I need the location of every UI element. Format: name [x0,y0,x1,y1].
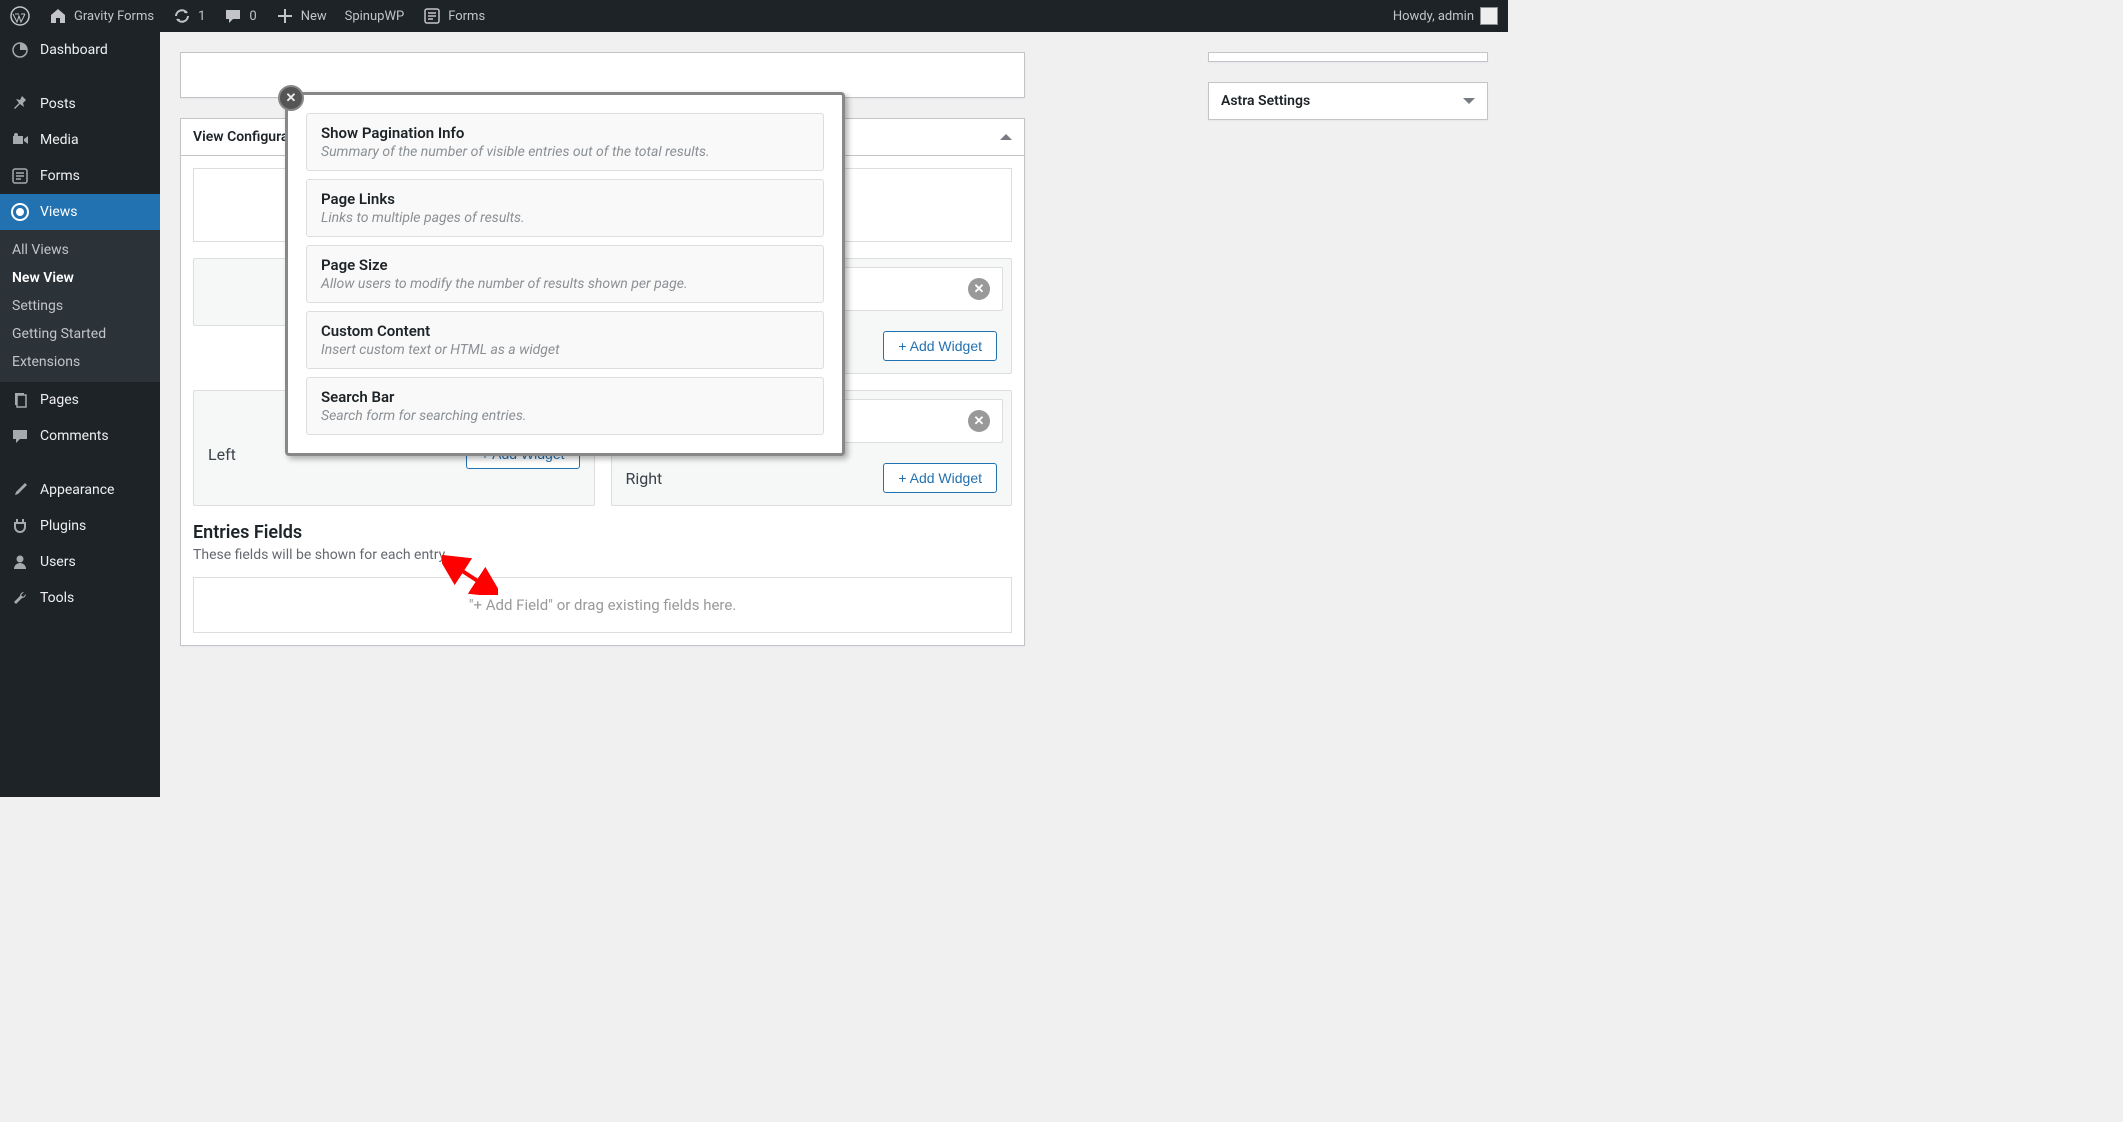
user-icon [10,552,30,572]
option-title: Show Pagination Info [321,124,809,142]
astra-settings-title: Astra Settings [1221,93,1310,109]
wordpress-icon [10,6,30,26]
howdy-label: Howdy, admin [1393,9,1474,24]
sidebar-label: Media [40,132,79,148]
site-title-label: Gravity Forms [74,9,154,24]
plus-icon [275,6,295,26]
sidebar-label: Tools [40,590,74,606]
sidebar-label: Users [40,554,76,570]
updates[interactable]: 1 [172,6,205,26]
sidebar-item-forms[interactable]: Forms [0,158,160,194]
annotation-arrow [442,555,498,599]
option-desc: Summary of the number of visible entries… [321,144,809,160]
views-icon [10,202,30,222]
modal-option-pagination-info[interactable]: Show Pagination Info Summary of the numb… [306,113,824,171]
option-desc: Insert custom text or HTML as a widget [321,342,809,358]
forms-icon [10,166,30,186]
sidebar-label: Comments [40,428,109,444]
option-desc: Links to multiple pages of results. [321,210,809,226]
forms-link[interactable]: Forms [422,6,485,26]
forms-label: Forms [448,9,485,24]
entries-placeholder: "+ Add Field" or drag existing fields he… [469,596,737,614]
views-submenu: All Views New View Settings Getting Star… [0,230,160,382]
plug-icon [10,516,30,536]
admin-sidebar: Dashboard Posts Media Forms Views All Vi… [0,32,160,797]
comments-indicator[interactable]: 0 [223,6,256,26]
wp-logo[interactable] [10,6,30,26]
sidebar-label: Views [40,204,78,220]
modal-option-custom-content[interactable]: Custom Content Insert custom text or HTM… [306,311,824,369]
option-title: Page Size [321,256,809,274]
brush-icon [10,480,30,500]
submenu-settings[interactable]: Settings [0,292,160,320]
comments-icon [10,426,30,446]
add-widget-modal: ✕ Show Pagination Info Summary of the nu… [285,92,845,456]
option-title: Search Bar [321,388,809,406]
entries-fields-dropzone[interactable]: "+ Add Field" or drag existing fields he… [193,577,1012,633]
howdy-user[interactable]: Howdy, admin [1393,7,1498,25]
update-icon [172,6,192,26]
updates-count: 1 [198,9,205,24]
sidebar-item-comments[interactable]: Comments [0,418,160,454]
modal-option-search-bar[interactable]: Search Bar Search form for searching ent… [306,377,824,435]
remove-widget-icon[interactable]: ✕ [968,410,990,432]
modal-close-button[interactable]: ✕ [278,85,304,111]
forms-icon [422,6,442,26]
zone-right-title: Right [626,469,663,488]
sidebar-item-users[interactable]: Users [0,544,160,580]
sidebar-item-media[interactable]: Media [0,122,160,158]
sidebar-label: Plugins [40,518,86,534]
option-desc: Allow users to modify the number of resu… [321,276,809,292]
entries-fields-desc: These fields will be shown for each entr… [193,547,1012,563]
spinupwp-link[interactable]: SpinupWP [345,9,405,24]
zone-left-title: Left [208,445,236,464]
sidebar-item-posts[interactable]: Posts [0,86,160,122]
sidebar-item-tools[interactable]: Tools [0,580,160,616]
toggle-expand-icon[interactable] [1463,98,1475,104]
sidebar-label: Forms [40,168,80,184]
site-name[interactable]: Gravity Forms [48,6,154,26]
comment-icon [223,6,243,26]
sidebar-label: Pages [40,392,79,408]
submenu-getting-started[interactable]: Getting Started [0,320,160,348]
submenu-extensions[interactable]: Extensions [0,348,160,376]
option-title: Custom Content [321,322,809,340]
sidebar-item-views[interactable]: Views [0,194,160,230]
add-widget-button[interactable]: + Add Widget [883,331,997,361]
submenu-new-view[interactable]: New View [0,264,160,292]
sidebar-item-plugins[interactable]: Plugins [0,508,160,544]
new-label: New [301,9,327,24]
sidebar-label: Dashboard [40,42,108,58]
submenu-all-views[interactable]: All Views [0,236,160,264]
avatar [1480,7,1498,25]
pin-icon [10,94,30,114]
sidebar-label: Posts [40,96,76,112]
sidebar-label: Appearance [40,482,114,498]
spinupwp-label: SpinupWP [345,9,405,24]
modal-option-page-links[interactable]: Page Links Links to multiple pages of re… [306,179,824,237]
option-title: Page Links [321,190,809,208]
astra-settings-postbox: Astra Settings [1208,82,1488,120]
dashboard-icon [10,40,30,60]
sidebar-item-appearance[interactable]: Appearance [0,472,160,508]
remove-widget-icon[interactable]: ✕ [968,278,990,300]
option-desc: Search form for searching entries. [321,408,809,424]
toggle-collapse-icon[interactable] [1000,134,1012,140]
modal-option-page-size[interactable]: Page Size Allow users to modify the numb… [306,245,824,303]
entries-fields-title: Entries Fields [193,522,1012,543]
adminbar: Gravity Forms 1 0 New SpinupWP Forms [0,0,1508,32]
sidebar-item-dashboard[interactable]: Dashboard [0,32,160,68]
sidebar-item-pages[interactable]: Pages [0,382,160,418]
pages-icon [10,390,30,410]
add-widget-button-right[interactable]: + Add Widget [883,463,997,493]
home-icon [48,6,68,26]
comments-count: 0 [249,9,256,24]
new-content[interactable]: New [275,6,327,26]
media-icon [10,130,30,150]
wrench-icon [10,588,30,608]
side-postbox-empty [1208,52,1488,62]
